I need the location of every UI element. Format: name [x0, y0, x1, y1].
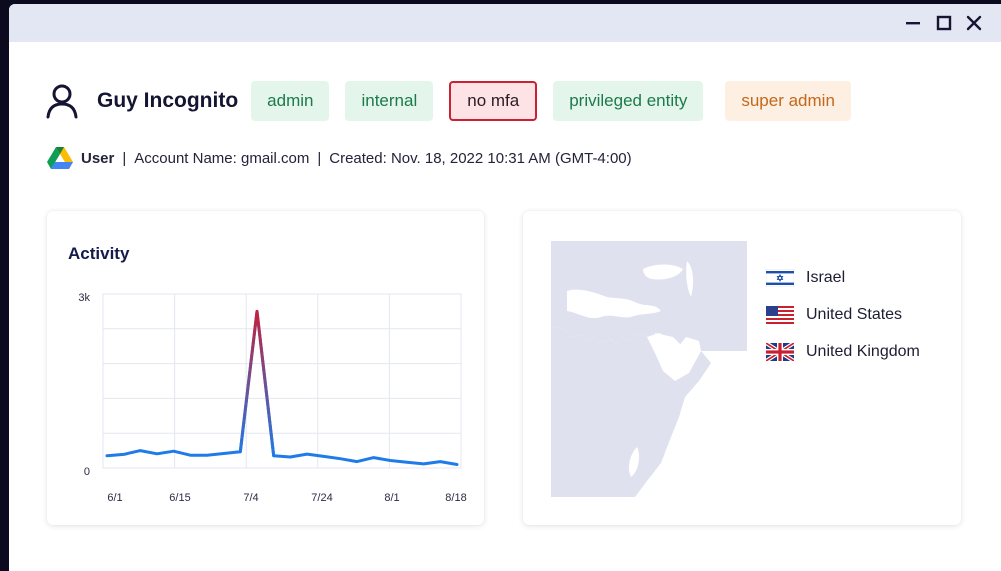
israel-flag-icon [766, 268, 794, 287]
y-tick-label: 0 [84, 466, 90, 478]
region-map [551, 241, 747, 497]
app-window: Guy Incognito admin internal no mfa priv… [9, 4, 1001, 571]
tag-admin[interactable]: admin [251, 81, 330, 121]
tag-super-admin[interactable]: super admin [725, 81, 851, 121]
x-tick-label: 6/1 [107, 492, 122, 504]
tag-internal[interactable]: internal [345, 81, 434, 121]
tag-no-mfa[interactable]: no mfa [449, 81, 538, 121]
us-flag-icon [766, 305, 794, 324]
person-icon [46, 84, 78, 119]
user-header: Guy Incognito admin internal no mfa priv… [45, 80, 867, 122]
title-bar [9, 4, 1001, 42]
activity-chart: 3k 0 6/1 6/15 7/4 7/24 8/1 8/18 [78, 292, 466, 504]
legend-item-israel[interactable]: Israel [766, 259, 920, 296]
activity-peak [238, 309, 276, 458]
y-tick-label: 3k [78, 292, 90, 304]
country-legend: Israel United States United Kingdom [766, 259, 920, 370]
tag-privileged-entity[interactable]: privileged entity [553, 81, 704, 121]
user-name: Guy Incognito [97, 89, 239, 112]
activity-line [105, 309, 459, 466]
x-tick-label: 8/1 [384, 492, 399, 504]
separator: | [317, 149, 322, 167]
x-tick-label: 7/4 [243, 492, 258, 504]
legend-item-united-states[interactable]: United States [766, 296, 920, 333]
x-tick-label: 6/15 [169, 492, 190, 504]
account-name: Account Name: gmail.com [134, 149, 310, 167]
google-drive-icon [47, 147, 73, 169]
entity-type: User [81, 149, 115, 167]
country-name: Israel [806, 268, 846, 286]
account-meta: User | Account Name: gmail.com | Created… [47, 146, 632, 170]
country-name: United States [806, 305, 903, 323]
activity-card: Activity 3k 0 6/1 6/15 7/4 7/24 8/1 8/18 [47, 211, 484, 525]
maximize-icon[interactable] [934, 13, 954, 33]
x-tick-label: 8/18 [445, 492, 466, 504]
uk-flag-icon [766, 342, 794, 361]
chart-frame [102, 293, 462, 469]
created-date: Created: Nov. 18, 2022 10:31 AM (GMT-4:0… [329, 149, 632, 167]
x-tick-label: 7/24 [311, 492, 332, 504]
geo-card: Israel United States United Kingdom [523, 211, 961, 525]
separator: | [122, 149, 127, 167]
legend-item-united-kingdom[interactable]: United Kingdom [766, 333, 920, 370]
minimize-icon[interactable] [903, 13, 923, 33]
country-name: United Kingdom [806, 342, 920, 360]
close-icon[interactable] [964, 13, 984, 33]
